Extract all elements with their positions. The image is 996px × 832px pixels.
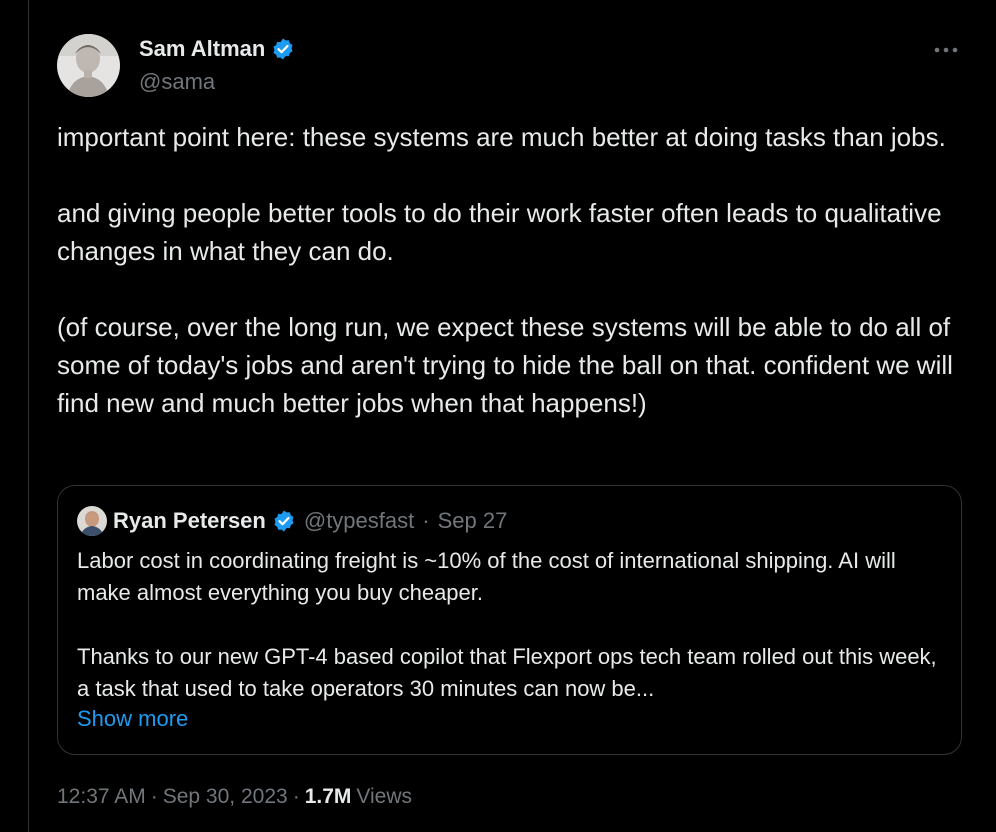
- tweet-paragraph: and giving people better tools to do the…: [57, 198, 942, 266]
- verified-badge-icon: [272, 509, 296, 533]
- quoted-tweet-card[interactable]: Ryan Petersen @typesfast · Sep 27 Labor …: [57, 485, 962, 755]
- quoted-handle[interactable]: @typesfast: [304, 506, 414, 536]
- show-more-link[interactable]: Show more: [77, 704, 188, 734]
- footer-separator: ·: [150, 785, 158, 808]
- quoted-date[interactable]: Sep 27: [438, 506, 508, 536]
- quoted-tweet-text: Labor cost in coordinating freight is ~1…: [77, 545, 947, 705]
- quoted-tweet-header: Ryan Petersen @typesfast · Sep 27: [77, 506, 507, 536]
- quoted-separator: ·: [422, 508, 430, 533]
- tweet-paragraph: important point here: these systems are …: [57, 122, 946, 152]
- author-display-name[interactable]: Sam Altman: [139, 34, 265, 64]
- tweet-time[interactable]: 12:37 AM: [57, 782, 146, 812]
- avatar[interactable]: [57, 34, 120, 97]
- views-label[interactable]: Views: [356, 782, 412, 812]
- tweet-date[interactable]: Sep 30, 2023: [163, 782, 288, 812]
- quoted-paragraph: Thanks to our new GPT-4 based copilot th…: [77, 644, 937, 701]
- tweet-paragraph: (of course, over the long run, we expect…: [57, 312, 953, 418]
- quoted-paragraph: Labor cost in coordinating freight is ~1…: [77, 548, 896, 605]
- views-count[interactable]: 1.7M: [305, 782, 352, 812]
- footer-separator: ·: [292, 785, 300, 808]
- more-button[interactable]: [926, 36, 966, 64]
- quoted-display-name[interactable]: Ryan Petersen: [113, 506, 266, 536]
- more-icon: [933, 41, 959, 59]
- verified-badge-icon: [271, 37, 295, 61]
- author-handle[interactable]: @sama: [139, 68, 215, 96]
- tweet-footer: 12:37 AM · Sep 30, 2023 · 1.7M Views: [57, 782, 412, 812]
- quoted-avatar[interactable]: [77, 506, 107, 536]
- author-name-row: Sam Altman: [139, 34, 295, 64]
- tweet-text: important point here: these systems are …: [57, 118, 967, 422]
